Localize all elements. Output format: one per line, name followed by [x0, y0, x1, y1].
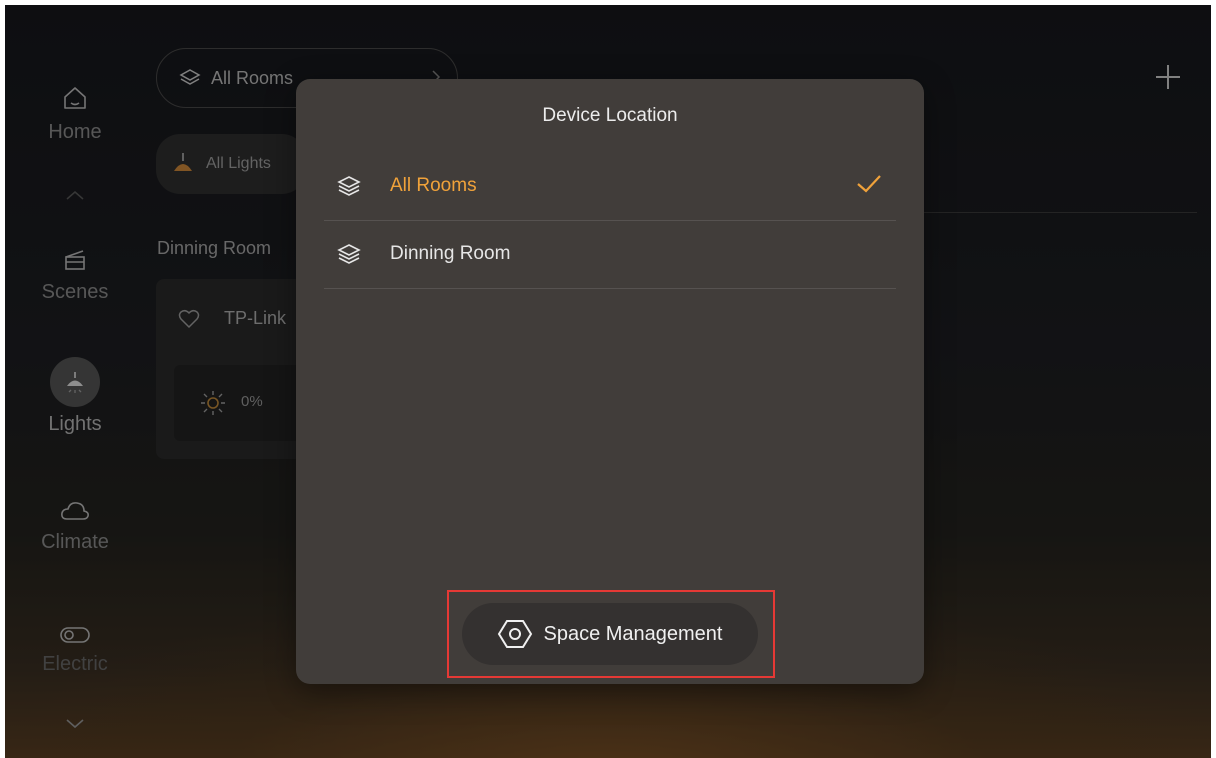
layers-icon — [336, 174, 364, 198]
room-option-all-rooms[interactable]: All Rooms — [324, 152, 896, 221]
room-option-dinning-room[interactable]: Dinning Room — [324, 220, 896, 289]
layers-icon — [336, 242, 364, 266]
room-option-label: All Rooms — [390, 175, 477, 196]
dialog-title: Device Location — [542, 105, 678, 126]
highlight-box — [447, 590, 775, 678]
checkmark-icon — [857, 175, 881, 193]
room-option-label: Dinning Room — [390, 243, 511, 264]
